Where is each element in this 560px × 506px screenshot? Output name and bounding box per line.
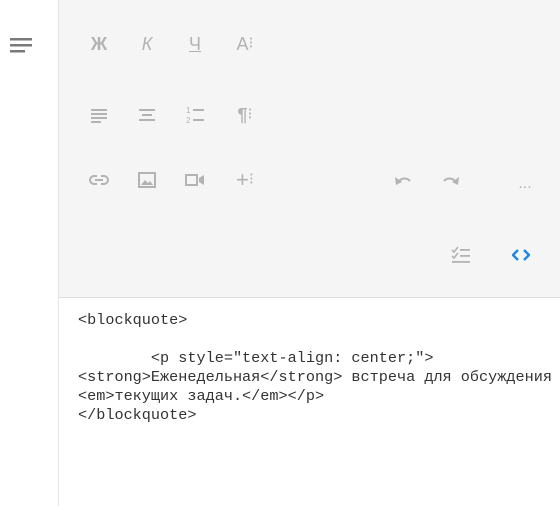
insert-more-icon: ⁝ [248, 171, 254, 188]
more-options-button[interactable]: ... [507, 162, 543, 198]
align-left-button[interactable] [81, 97, 117, 133]
code-view-icon [512, 249, 530, 261]
more-options-label: ... [518, 175, 532, 192]
code-view-button[interactable] [503, 237, 539, 273]
link-icon [89, 175, 109, 185]
italic-button[interactable]: К [129, 26, 165, 62]
redo-button[interactable] [433, 162, 469, 198]
insert-image-button[interactable] [129, 162, 165, 198]
font-menu-button[interactable]: A ⁝ [225, 26, 265, 62]
font-label: A [236, 34, 249, 54]
hamburger-menu-icon[interactable] [10, 36, 32, 54]
editor-toolbar: Ж К Ч A ⁝ 1 2 ¶ ⁝ + ⁝ ... [59, 0, 560, 298]
italic-label: К [141, 34, 153, 54]
undo-icon [395, 177, 411, 185]
video-icon [185, 174, 204, 186]
toolbar-row-insert: + ⁝ ... [59, 162, 560, 202]
html-code-editor[interactable]: <blockquote> <p style="text-align: cente… [59, 298, 560, 506]
toolbar-row-view [59, 237, 560, 277]
redo-icon [443, 177, 459, 185]
ordered-list-icon: 1 2 [186, 106, 204, 125]
spellcheck-icon [451, 246, 470, 263]
font-more-icon: ⁝ [248, 35, 254, 52]
svg-text:2: 2 [186, 116, 191, 125]
align-left-icon [91, 109, 107, 123]
insert-plus-label: + [236, 167, 249, 192]
underline-label: Ч [189, 34, 201, 54]
align-center-button[interactable] [129, 97, 165, 133]
toolbar-row-text: Ж К Ч A ⁝ [59, 26, 560, 66]
align-center-icon [139, 109, 155, 121]
bold-button[interactable]: Ж [81, 26, 117, 62]
insert-more-button[interactable]: + ⁝ [225, 162, 265, 198]
image-icon [138, 172, 156, 188]
spellcheck-button[interactable] [443, 237, 479, 273]
svg-text:1: 1 [186, 106, 191, 115]
paragraph-format-button[interactable]: ¶ ⁝ [225, 97, 265, 133]
underline-button[interactable]: Ч [177, 26, 213, 62]
bold-label: Ж [90, 34, 108, 54]
paragraph-more-icon: ⁝ [247, 106, 253, 123]
insert-video-button[interactable] [177, 162, 213, 198]
toolbar-row-paragraph: 1 2 ¶ ⁝ [59, 97, 560, 137]
ordered-list-button[interactable]: 1 2 [177, 97, 213, 133]
undo-button[interactable] [385, 162, 421, 198]
html-source-text[interactable]: <blockquote> <p style="text-align: cente… [78, 311, 555, 425]
rich-text-editor: Ж К Ч A ⁝ 1 2 ¶ ⁝ + ⁝ ... <blockquote> <… [58, 0, 560, 506]
paragraph-label: ¶ [237, 105, 248, 125]
insert-link-button[interactable] [81, 162, 117, 198]
